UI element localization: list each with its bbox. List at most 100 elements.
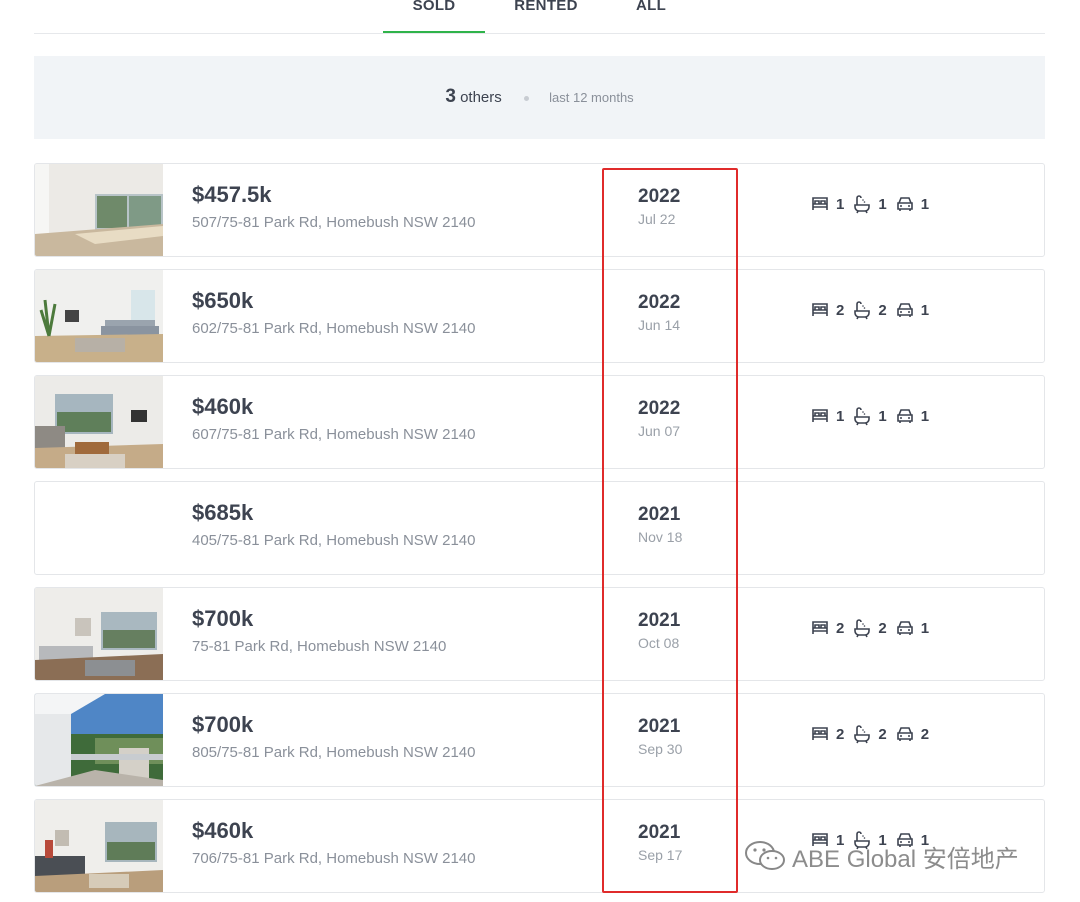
beds-feature: 1 [810, 406, 844, 426]
listing-features: 2 2 1 [810, 617, 937, 639]
car-icon [896, 409, 913, 423]
listing-photo[interactable] [35, 588, 163, 680]
tab-rented[interactable]: RENTED [504, 0, 588, 33]
baths-count: 2 [878, 619, 887, 637]
car-icon [896, 303, 913, 317]
beds-count: 1 [836, 195, 845, 213]
bath-icon [854, 619, 871, 638]
bath-icon [854, 195, 871, 214]
sold-year: 2022 [638, 398, 681, 419]
baths-feature: 2 [852, 300, 887, 320]
sold-date: Sep 17 [638, 847, 683, 863]
listing-price: $457.5k [192, 182, 272, 207]
beds-count: 2 [836, 619, 845, 637]
car-icon [896, 621, 913, 635]
summary-count: 3 [445, 86, 456, 107]
car-icon [896, 197, 913, 211]
car-icon [896, 727, 913, 741]
cars-feature: 1 [895, 618, 929, 638]
listing-address[interactable]: 405/75-81 Park Rd, Homebush NSW 2140 [192, 532, 475, 549]
listing-features: 1 1 1 [810, 193, 937, 215]
listing-photo[interactable] [35, 164, 163, 256]
baths-count: 1 [878, 407, 887, 425]
baths-count: 2 [878, 301, 887, 319]
listing-row[interactable]: $700k 75-81 Park Rd, Homebush NSW 2140 2… [34, 587, 1045, 681]
listing-features: 2 2 2 [810, 723, 937, 745]
listing-photo[interactable] [35, 376, 163, 468]
listing-photo[interactable] [35, 270, 163, 362]
bath-icon [854, 407, 871, 426]
bath-icon [854, 725, 871, 744]
sold-year: 2021 [638, 610, 681, 631]
tab-all[interactable]: ALL [626, 0, 676, 33]
listing-price: $700k [192, 712, 254, 737]
listing-price: $460k [192, 818, 254, 843]
beds-count: 2 [836, 301, 845, 319]
separator-dot [523, 95, 529, 101]
bath-icon [854, 301, 871, 320]
listing-address[interactable]: 607/75-81 Park Rd, Homebush NSW 2140 [192, 426, 475, 443]
listing-address[interactable]: 75-81 Park Rd, Homebush NSW 2140 [192, 638, 446, 655]
listing-address[interactable]: 602/75-81 Park Rd, Homebush NSW 2140 [192, 320, 475, 337]
listing-address[interactable]: 507/75-81 Park Rd, Homebush NSW 2140 [192, 214, 475, 231]
sold-year: 2021 [638, 822, 681, 843]
watermark: ABE Global 安倍地产 [742, 836, 1019, 876]
sold-listings: $457.5k 507/75-81 Park Rd, Homebush NSW … [34, 163, 1045, 902]
watermark-text: ABE Global 安倍地产 [792, 845, 1019, 873]
baths-feature: 1 [852, 194, 887, 214]
baths-feature: 1 [852, 406, 887, 426]
baths-count: 1 [878, 195, 887, 213]
listing-photo[interactable] [35, 694, 163, 786]
sold-date: Nov 18 [638, 529, 683, 545]
listing-price: $700k [192, 606, 254, 631]
summary-bar: 3 others last 12 months [34, 56, 1045, 139]
listing-price: $460k [192, 394, 254, 419]
listing-address[interactable]: 706/75-81 Park Rd, Homebush NSW 2140 [192, 850, 475, 867]
cars-count: 2 [920, 725, 930, 743]
beds-feature: 2 [810, 300, 844, 320]
sold-date: Sep 30 [638, 741, 683, 757]
listing-type-tabs: SOLD RENTED ALL [34, 0, 1045, 34]
listing-row[interactable]: $460k 607/75-81 Park Rd, Homebush NSW 21… [34, 375, 1045, 469]
bed-icon [812, 621, 828, 634]
beds-feature: 1 [810, 194, 844, 214]
listing-price: $650k [192, 288, 254, 313]
listing-price: $685k [192, 500, 254, 525]
listing-features: 2 2 1 [810, 299, 937, 321]
listing-address[interactable]: 805/75-81 Park Rd, Homebush NSW 2140 [192, 744, 475, 761]
listing-features: 1 1 1 [810, 405, 937, 427]
tab-sold[interactable]: SOLD [383, 0, 485, 33]
summary-period: last 12 months [549, 90, 634, 105]
bed-icon [812, 727, 828, 740]
cars-feature: 1 [895, 406, 929, 426]
listing-photo[interactable] [35, 800, 163, 892]
sold-date: Oct 08 [638, 635, 680, 651]
sold-year: 2021 [638, 716, 681, 737]
listing-row[interactable]: $457.5k 507/75-81 Park Rd, Homebush NSW … [34, 163, 1045, 257]
summary-label: others [460, 89, 502, 106]
beds-count: 1 [836, 407, 845, 425]
beds-feature: 2 [810, 618, 844, 638]
bed-icon [812, 197, 828, 210]
sold-year: 2021 [638, 504, 681, 525]
baths-feature: 2 [852, 724, 887, 744]
cars-count: 1 [920, 301, 930, 319]
listing-row[interactable]: $650k 602/75-81 Park Rd, Homebush NSW 21… [34, 269, 1045, 363]
cars-count: 1 [920, 619, 930, 637]
listing-row[interactable]: $685k 405/75-81 Park Rd, Homebush NSW 21… [34, 481, 1045, 575]
sold-date: Jun 14 [638, 317, 681, 333]
beds-count: 2 [836, 725, 845, 743]
baths-count: 2 [878, 725, 887, 743]
sold-year: 2022 [638, 186, 681, 207]
listing-row[interactable]: $700k 805/75-81 Park Rd, Homebush NSW 21… [34, 693, 1045, 787]
beds-feature: 2 [810, 724, 844, 744]
cars-feature: 2 [895, 724, 929, 744]
cars-feature: 1 [895, 194, 929, 214]
bed-icon [812, 409, 828, 422]
cars-count: 1 [920, 195, 930, 213]
sold-date: Jun 07 [638, 423, 681, 439]
sold-year: 2022 [638, 292, 681, 313]
cars-feature: 1 [895, 300, 929, 320]
sold-date: Jul 22 [638, 211, 676, 227]
bed-icon [812, 303, 828, 316]
